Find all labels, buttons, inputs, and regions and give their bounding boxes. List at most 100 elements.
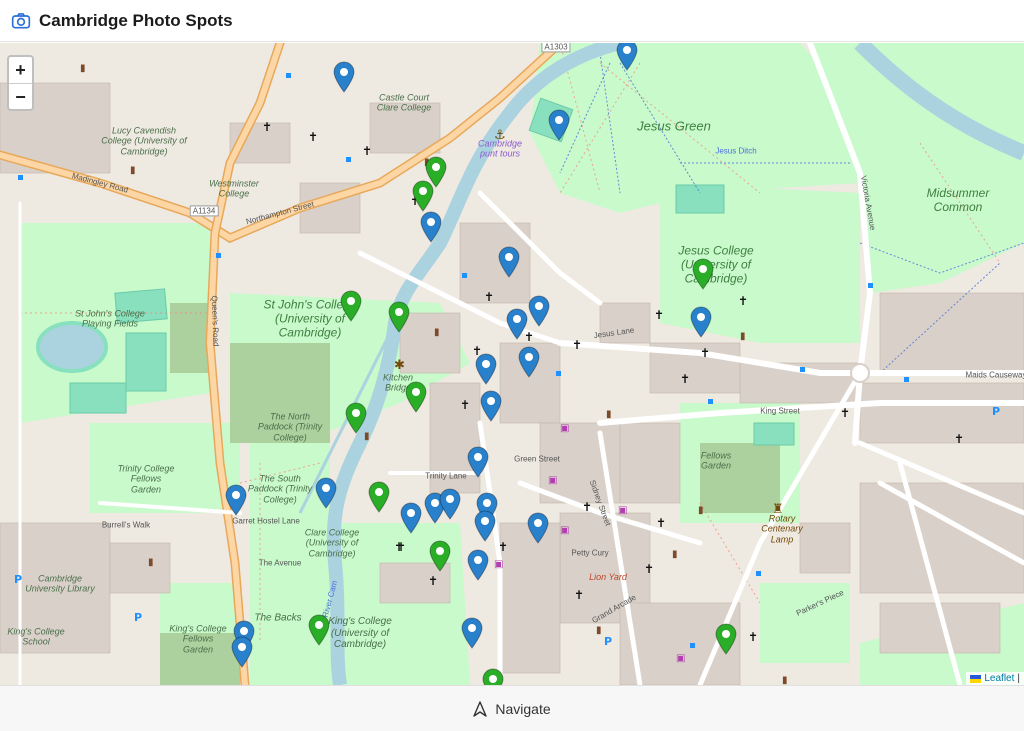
map-pin-icon <box>616 43 638 71</box>
map-pin-icon <box>412 180 434 212</box>
svg-text:✝: ✝ <box>656 516 666 530</box>
map-pin-icon <box>345 402 367 434</box>
svg-text:▮: ▮ <box>782 675 788 685</box>
label-rotary-lamp: Rotary Centenary Lamp <box>761 513 803 545</box>
map-pin-icon <box>315 477 337 509</box>
blue-photo-spot-marker[interactable] <box>475 353 497 385</box>
green-photo-spot-marker[interactable] <box>715 623 737 655</box>
blue-photo-spot-marker[interactable] <box>420 211 442 243</box>
label-maids-causeway: Maids Causeway <box>965 370 1024 380</box>
blue-photo-spot-marker[interactable] <box>528 295 550 327</box>
map-pin-icon <box>506 308 528 340</box>
map-pin-icon <box>475 353 497 385</box>
map-pin-icon <box>439 488 461 520</box>
label-university-library: Cambridge University Library <box>25 573 95 594</box>
map-pin-icon <box>482 668 504 685</box>
map-pin-icon <box>333 61 355 93</box>
zoom-in-button[interactable]: + <box>9 57 32 83</box>
label-north-paddock: The North Paddock (Trinity College) <box>257 411 323 443</box>
svg-text:▮: ▮ <box>434 327 440 338</box>
map-pin-icon <box>548 109 570 141</box>
zoom-control: + − <box>7 55 34 111</box>
label-fellows-garden: Fellows Garden <box>700 450 732 471</box>
svg-text:✝: ✝ <box>362 144 372 158</box>
map-pin-icon <box>461 617 483 649</box>
attribution-link[interactable]: Leaflet <box>984 673 1014 684</box>
svg-text:▣: ▣ <box>494 559 503 570</box>
blue-photo-spot-marker[interactable] <box>480 390 502 422</box>
label-trinity-fellows-garden: Trinity College Fellows Garden <box>117 463 175 495</box>
svg-text:✝: ✝ <box>738 294 748 308</box>
footer-bar: Navigate <box>0 685 1024 731</box>
label-kings-college-school: King's College School <box>7 626 65 647</box>
blue-photo-spot-marker[interactable] <box>461 617 483 649</box>
green-photo-spot-marker[interactable] <box>429 540 451 572</box>
svg-text:▣: ▣ <box>618 505 627 516</box>
map-pin-icon <box>231 636 253 668</box>
svg-text:✝: ✝ <box>396 540 406 554</box>
label-burrells-walk: Burrell's Walk <box>101 520 151 530</box>
blue-photo-spot-marker[interactable] <box>527 512 549 544</box>
green-photo-spot-marker[interactable] <box>412 180 434 212</box>
label-clare-college: Clare College (University of Cambridge) <box>304 527 360 559</box>
green-photo-spot-marker[interactable] <box>368 481 390 513</box>
svg-text:✝: ✝ <box>954 432 964 446</box>
map-pin-icon <box>388 301 410 333</box>
blue-photo-spot-marker[interactable] <box>315 477 337 509</box>
label-a1303: A1303 <box>541 43 571 53</box>
blue-photo-spot-marker[interactable] <box>400 502 422 534</box>
svg-text:▮: ▮ <box>596 625 602 636</box>
label-the-avenue: The Avenue <box>258 558 302 568</box>
blue-photo-spot-marker[interactable] <box>467 549 489 581</box>
blue-photo-spot-marker[interactable] <box>333 61 355 93</box>
blue-photo-spot-marker[interactable] <box>231 636 253 668</box>
svg-text:✝: ✝ <box>484 290 494 304</box>
map-pin-icon <box>429 540 451 572</box>
label-lion-yard: Lion Yard <box>589 571 627 582</box>
svg-text:✝: ✝ <box>498 540 508 554</box>
green-photo-spot-marker[interactable] <box>340 290 362 322</box>
svg-text:✝: ✝ <box>840 406 850 420</box>
map-pin-icon <box>480 390 502 422</box>
blue-photo-spot-marker[interactable] <box>225 484 247 516</box>
map-view[interactable]: ✝ ✝ ✝ ✝ ✝ ✝ ✝ ✝ ✝ ✝ ✝ ✝ ✝ ✝ ✝ ✝ ✝ ✝ ✝ ✝ ✝ ✝ ✝ ✝ ▮ ▮ ▮ ▮ ▮ ▮ … <box>0 43 1024 685</box>
zoom-out-button[interactable]: − <box>9 83 32 109</box>
label-kings-fellows-garden: King's College Fellows Garden <box>169 623 227 655</box>
svg-text:✝: ✝ <box>428 574 438 588</box>
map-pin-icon <box>498 246 520 278</box>
green-photo-spot-marker[interactable] <box>308 614 330 646</box>
blue-photo-spot-marker[interactable] <box>439 488 461 520</box>
svg-text:✝: ✝ <box>582 500 592 514</box>
svg-text:▮: ▮ <box>130 165 136 176</box>
label-garret-hostel-lane: Garret Hostel Lane <box>232 516 300 526</box>
page-title: Cambridge Photo Spots <box>39 10 233 30</box>
green-photo-spot-marker[interactable] <box>345 402 367 434</box>
label-queens-road: Queen's Road <box>209 295 221 347</box>
navigate-button[interactable]: Navigate <box>473 701 551 717</box>
green-photo-spot-marker[interactable] <box>405 381 427 413</box>
green-photo-spot-marker[interactable] <box>482 668 504 685</box>
svg-text:✱: ✱ <box>394 358 405 373</box>
map-pin-icon <box>225 484 247 516</box>
label-jesus-college: Jesus College (University of Cambridge) <box>678 243 754 285</box>
green-photo-spot-marker[interactable] <box>692 258 714 290</box>
blue-photo-spot-marker[interactable] <box>506 308 528 340</box>
label-green-street: Green Street <box>514 454 560 464</box>
green-photo-spot-marker[interactable] <box>388 301 410 333</box>
svg-text:✝: ✝ <box>680 372 690 386</box>
map-pin-icon <box>308 614 330 646</box>
svg-text:✝: ✝ <box>262 120 272 134</box>
blue-photo-spot-marker[interactable] <box>616 43 638 71</box>
map-pin-icon <box>692 258 714 290</box>
blue-photo-spot-marker[interactable] <box>498 246 520 278</box>
blue-photo-spot-marker[interactable] <box>548 109 570 141</box>
blue-photo-spot-marker[interactable] <box>518 346 540 378</box>
blue-photo-spot-marker[interactable] <box>690 306 712 338</box>
blue-photo-spot-marker[interactable] <box>467 446 489 478</box>
svg-text:▮: ▮ <box>698 505 704 516</box>
svg-text:P: P <box>604 635 612 648</box>
label-lucy-cavendish: Lucy Cavendish College (University of Ca… <box>101 125 187 157</box>
label-westminster-college: Westminster College <box>209 178 259 199</box>
blue-photo-spot-marker[interactable] <box>474 510 496 542</box>
label-playing-fields: St John's College Playing Fields <box>75 308 145 329</box>
